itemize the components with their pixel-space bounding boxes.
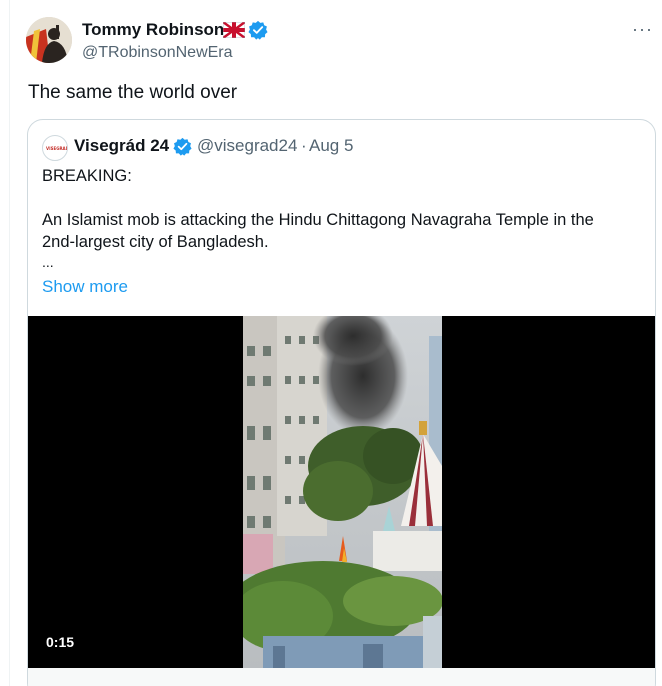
quote-author-handle[interactable]: @visegrad24 xyxy=(197,136,297,156)
separator-dot: · xyxy=(301,136,307,155)
uk-flag-icon xyxy=(223,22,245,38)
timeline-border xyxy=(9,0,10,686)
video-frame-image xyxy=(243,316,442,668)
quoted-tweet[interactable]: VISEGRAD24 Visegrád 24 @visegrad24 · Aug… xyxy=(27,119,656,686)
quote-author-name[interactable]: Visegrád 24 xyxy=(74,136,169,156)
video-duration: 0:15 xyxy=(40,631,81,653)
verified-badge-icon xyxy=(248,20,268,40)
verified-badge-icon xyxy=(173,137,192,156)
author-name[interactable]: Tommy Robinson xyxy=(82,20,224,40)
author-avatar[interactable] xyxy=(26,17,72,63)
more-options-button[interactable]: ··· xyxy=(632,20,656,38)
video-controls-strip xyxy=(28,668,655,686)
video-player[interactable]: 0:15 xyxy=(28,316,655,668)
tweet-text: The same the world over xyxy=(28,82,238,103)
author-handle[interactable]: @TRobinsonNewEra xyxy=(82,43,233,63)
quote-text-line: An Islamist mob is attacking the Hindu C… xyxy=(42,211,594,229)
quote-author-avatar[interactable]: VISEGRAD24 xyxy=(42,135,68,161)
quote-text-line: BREAKING: xyxy=(42,167,132,185)
quote-avatar-logo-text: VISEGRAD24 xyxy=(46,146,67,151)
quote-text-ellipsis: ... xyxy=(42,254,54,270)
quote-date[interactable]: Aug 5 xyxy=(309,136,353,156)
quote-text-line: 2nd-largest city of Bangladesh. xyxy=(42,233,269,251)
tweet: Tommy Robinson @TRobinsonNewEra ··· The … xyxy=(0,0,662,686)
video-thumbnail xyxy=(243,316,442,668)
show-more-link[interactable]: Show more xyxy=(42,276,128,298)
avatar-image xyxy=(26,17,72,63)
